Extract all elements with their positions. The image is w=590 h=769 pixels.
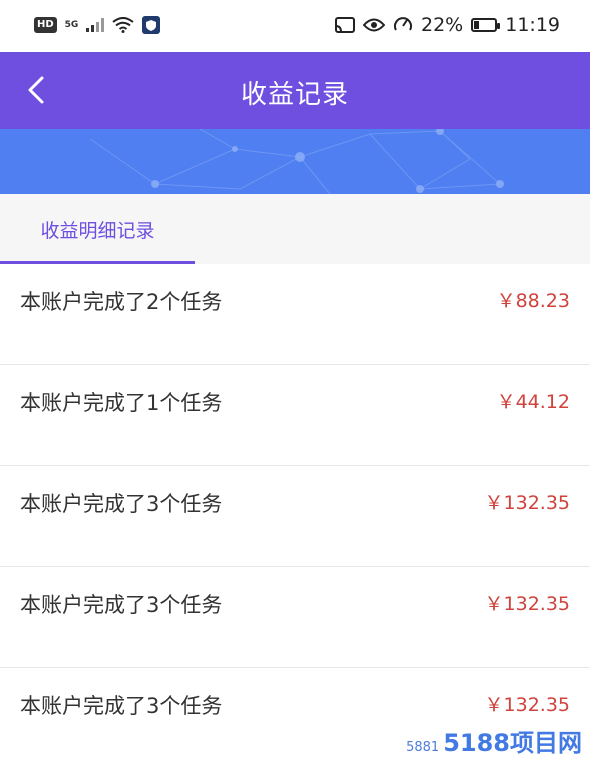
watermark-small: 5881	[406, 740, 439, 755]
record-description: 本账户完成了1个任务	[20, 387, 222, 417]
record-description: 本账户完成了2个任务	[20, 286, 222, 316]
eye-icon	[363, 18, 385, 32]
list-item[interactable]: 本账户完成了3个任务 ￥132.35	[0, 567, 590, 668]
cast-icon	[335, 17, 355, 33]
record-amount: ￥132.35	[485, 488, 570, 515]
network-pattern	[0, 129, 590, 194]
status-bar: HD 5G 22%	[0, 0, 590, 52]
record-description: 本账户完成了3个任务	[20, 589, 222, 619]
record-amount: ￥132.35	[485, 589, 570, 616]
shield-icon	[142, 16, 160, 34]
status-left: HD 5G	[34, 16, 160, 34]
list-item[interactable]: 本账户完成了2个任务 ￥88.23	[0, 264, 590, 365]
record-description: 本账户完成了3个任务	[20, 488, 222, 518]
tabs-bar: 收益明细记录	[0, 194, 590, 264]
clock: 11:19	[505, 14, 560, 36]
signal-bars-icon	[86, 18, 104, 32]
watermark-logo: 5188项目网	[443, 723, 582, 758]
watermark: 5881 5188项目网	[406, 723, 582, 758]
wifi-icon	[112, 17, 134, 33]
header-banner	[0, 129, 590, 194]
hd-badge: HD	[34, 17, 57, 33]
tab-label: 收益明细记录	[40, 216, 154, 243]
list-item[interactable]: 本账户完成了3个任务 ￥132.35	[0, 466, 590, 567]
signal-5g-label: 5G	[65, 20, 79, 30]
battery-percent: 22%	[421, 14, 463, 36]
records-list: 本账户完成了2个任务 ￥88.23 本账户完成了1个任务 ￥44.12 本账户完…	[0, 264, 590, 769]
status-right: 22% 11:19	[335, 14, 560, 36]
record-amount: ￥88.23	[497, 286, 570, 313]
record-amount: ￥44.12	[497, 387, 570, 414]
tab-income-details[interactable]: 收益明细记录	[0, 194, 195, 264]
battery-icon	[471, 18, 497, 32]
speed-icon	[393, 15, 413, 35]
list-item[interactable]: 本账户完成了1个任务 ￥44.12	[0, 365, 590, 466]
title-bar: 收益记录	[0, 52, 590, 129]
record-amount: ￥132.35	[485, 690, 570, 717]
record-description: 本账户完成了3个任务	[20, 690, 222, 720]
page-title: 收益记录	[0, 74, 590, 111]
